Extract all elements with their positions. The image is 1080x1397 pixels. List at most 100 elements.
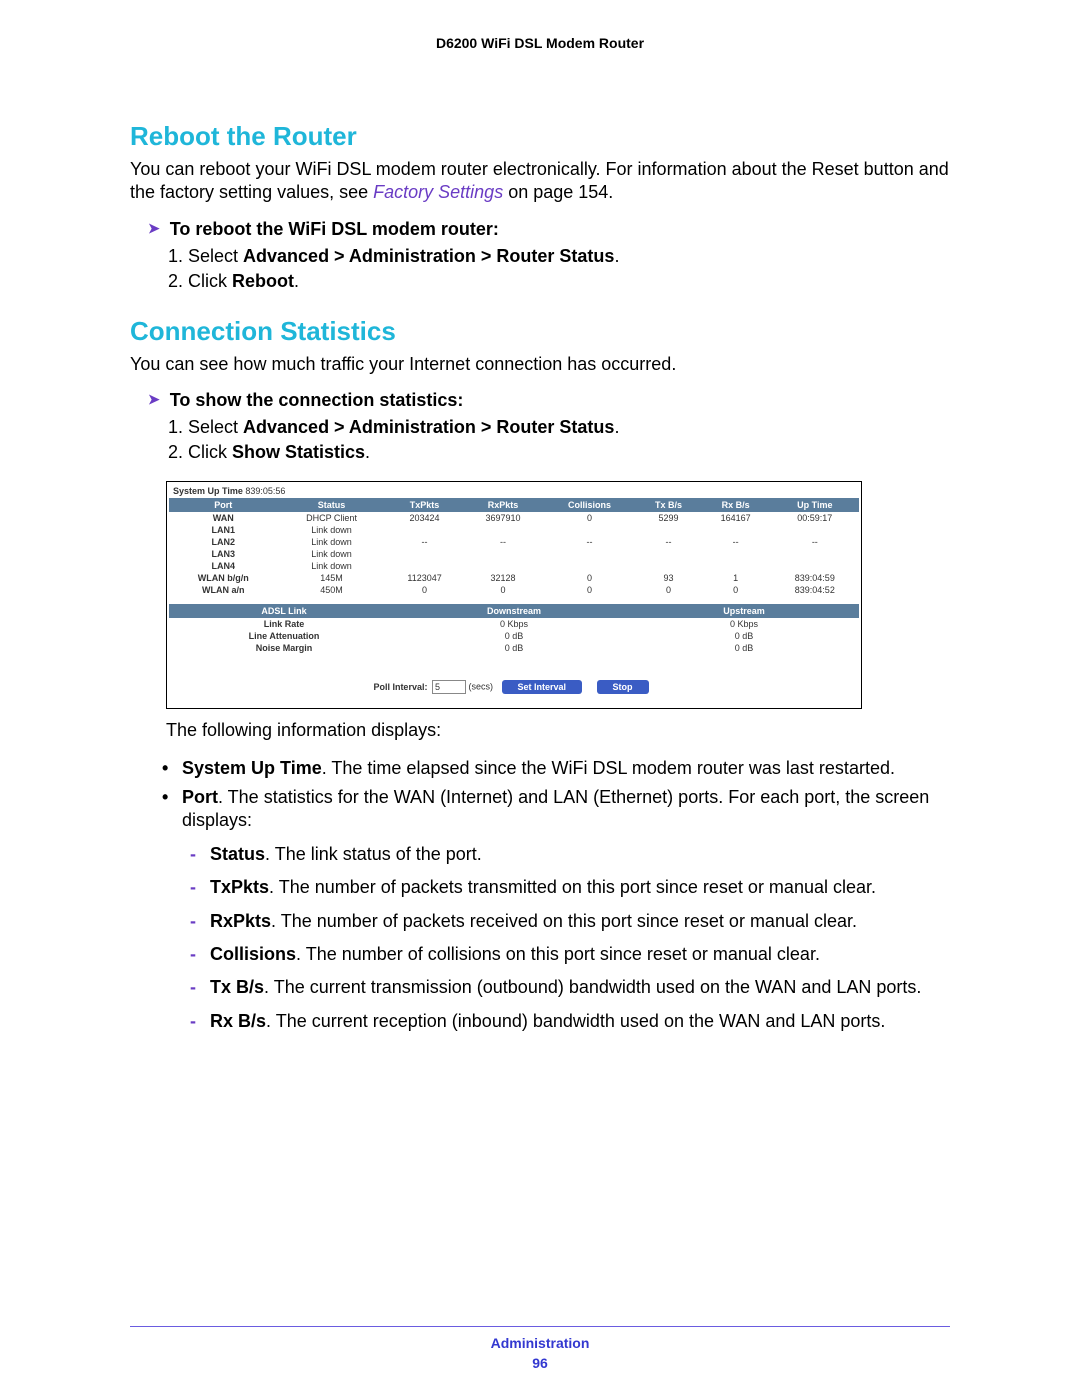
set-interval-button[interactable]: Set Interval [502,680,583,694]
cell-txbs: 0 [636,584,700,596]
uptime-value: 839:05:56 [245,486,285,496]
def-txbs: Tx B/s. The current transmission (outbou… [210,976,950,999]
cell-status: DHCP Client [277,512,385,524]
cell-txbs: -- [636,536,700,548]
table-row: WLAN a/n450M00000839:04:52 [169,584,859,596]
step-2: Click Reboot. [188,271,950,292]
poll-interval-input[interactable]: 5 [432,680,466,694]
cell-tx: 1123047 [386,572,464,584]
def-text: . The current reception (inbound) bandwi… [266,1011,885,1031]
cell-rxbs: 164167 [701,512,771,524]
th-txpkts: TxPkts [386,498,464,512]
cell-coll: 0 [543,584,637,596]
table-row: LAN4Link down [169,560,859,572]
cell-rx: 3697910 [463,512,542,524]
cell-tx: 203424 [386,512,464,524]
cell-txbs [636,524,700,536]
cell-port: LAN1 [169,524,277,536]
poll-unit: (secs) [468,682,493,692]
def-term: Collisions [210,944,296,964]
cell-rx [463,524,542,536]
cell-up: -- [771,536,859,548]
steps-reboot: Select Advanced > Administration > Route… [166,246,950,292]
step-text-end: . [614,417,619,437]
cell-status: 145M [277,572,385,584]
arrow-icon: ➤ [148,391,160,408]
cell-up: 00:59:17 [771,512,859,524]
def-term: RxPkts [210,911,271,931]
cell-coll [543,524,637,536]
cell-up [771,560,859,572]
doc-header: D6200 WiFi DSL Modem Router [130,35,950,51]
def-system-up-time: System Up Time. The time elapsed since t… [182,757,950,780]
cell-txbs [636,560,700,572]
stop-button[interactable]: Stop [597,680,649,694]
def-text: . The statistics for the WAN (Internet) … [182,787,929,830]
def-text: . The current transmission (outbound) ba… [264,977,921,997]
proc-title: To show the connection statistics: [170,390,464,410]
adsl-down: 0 dB [399,630,629,642]
uptime-label: System Up Time [173,486,245,496]
cell-tx [386,524,464,536]
th-adsl-link: ADSL Link [169,604,399,618]
section-reboot-intro: You can reboot your WiFi DSL modem route… [130,158,950,205]
cell-up [771,524,859,536]
port-sublist: Status. The link status of the port. TxP… [182,843,950,1033]
th-status: Status [277,498,385,512]
cell-rx [463,548,542,560]
def-rxpkts: RxPkts. The number of packets received o… [210,910,950,933]
table-row: WANDHCP Client20342436979100529916416700… [169,512,859,524]
adsl-up: 0 dB [629,630,859,642]
table-row: Link Rate0 Kbps0 Kbps [169,618,859,630]
table-row: LAN2Link down------------ [169,536,859,548]
cell-coll: 0 [543,572,637,584]
def-rxbs: Rx B/s. The current reception (inbound) … [210,1010,950,1033]
th-collisions: Collisions [543,498,637,512]
section-connstats-intro: You can see how much traffic your Intern… [130,353,950,376]
cell-up: 839:04:59 [771,572,859,584]
cell-rxbs [701,548,771,560]
cell-txbs [636,548,700,560]
def-term: System Up Time [182,758,322,778]
step-text-end: . [614,246,619,266]
cell-rx: 32128 [463,572,542,584]
def-collisions: Collisions. The number of collisions on … [210,943,950,966]
step-bold: Show Statistics [232,442,365,462]
cell-rx: -- [463,536,542,548]
step-bold: Reboot [232,271,294,291]
step-bold: Advanced > Administration > Router Statu… [243,417,614,437]
cell-port: LAN2 [169,536,277,548]
adsl-label: Link Rate [169,618,399,630]
cell-up [771,548,859,560]
cell-txbs: 93 [636,572,700,584]
def-term: Status [210,844,265,864]
procedure-reboot: ➤To reboot the WiFi DSL modem router: [148,219,950,240]
table-row: LAN1Link down [169,524,859,536]
cell-rxbs: 0 [701,584,771,596]
th-downstream: Downstream [399,604,629,618]
def-text: . The number of collisions on this port … [296,944,820,964]
cell-tx [386,560,464,572]
def-text: . The number of packets received on this… [271,911,857,931]
cell-rxbs [701,524,771,536]
defs-intro: The following information displays: [166,719,950,742]
page-footer: Administration 96 [0,1326,1080,1371]
step-text: Click [188,271,232,291]
cell-status: Link down [277,524,385,536]
def-txpkts: TxPkts. The number of packets transmitte… [210,876,950,899]
crossref-factory-settings[interactable]: Factory Settings [373,182,503,202]
adsl-label: Line Attenuation [169,630,399,642]
th-rxpkts: RxPkts [463,498,542,512]
step-1: Select Advanced > Administration > Route… [188,417,950,438]
cell-up: 839:04:52 [771,584,859,596]
arrow-icon: ➤ [148,220,160,237]
table-row: Line Attenuation0 dB0 dB [169,630,859,642]
procedure-showstats: ➤ To show the connection statistics: [148,390,950,411]
th-txbs: Tx B/s [636,498,700,512]
port-stats-table: Port Status TxPkts RxPkts Collisions Tx … [169,498,859,596]
adsl-up: 0 Kbps [629,618,859,630]
step-1: Select Advanced > Administration > Route… [188,246,950,267]
statistics-screenshot: System Up Time 839:05:56 Port Status TxP… [166,481,862,709]
def-text: . The number of packets transmitted on t… [269,877,876,897]
def-term: Rx B/s [210,1011,266,1031]
